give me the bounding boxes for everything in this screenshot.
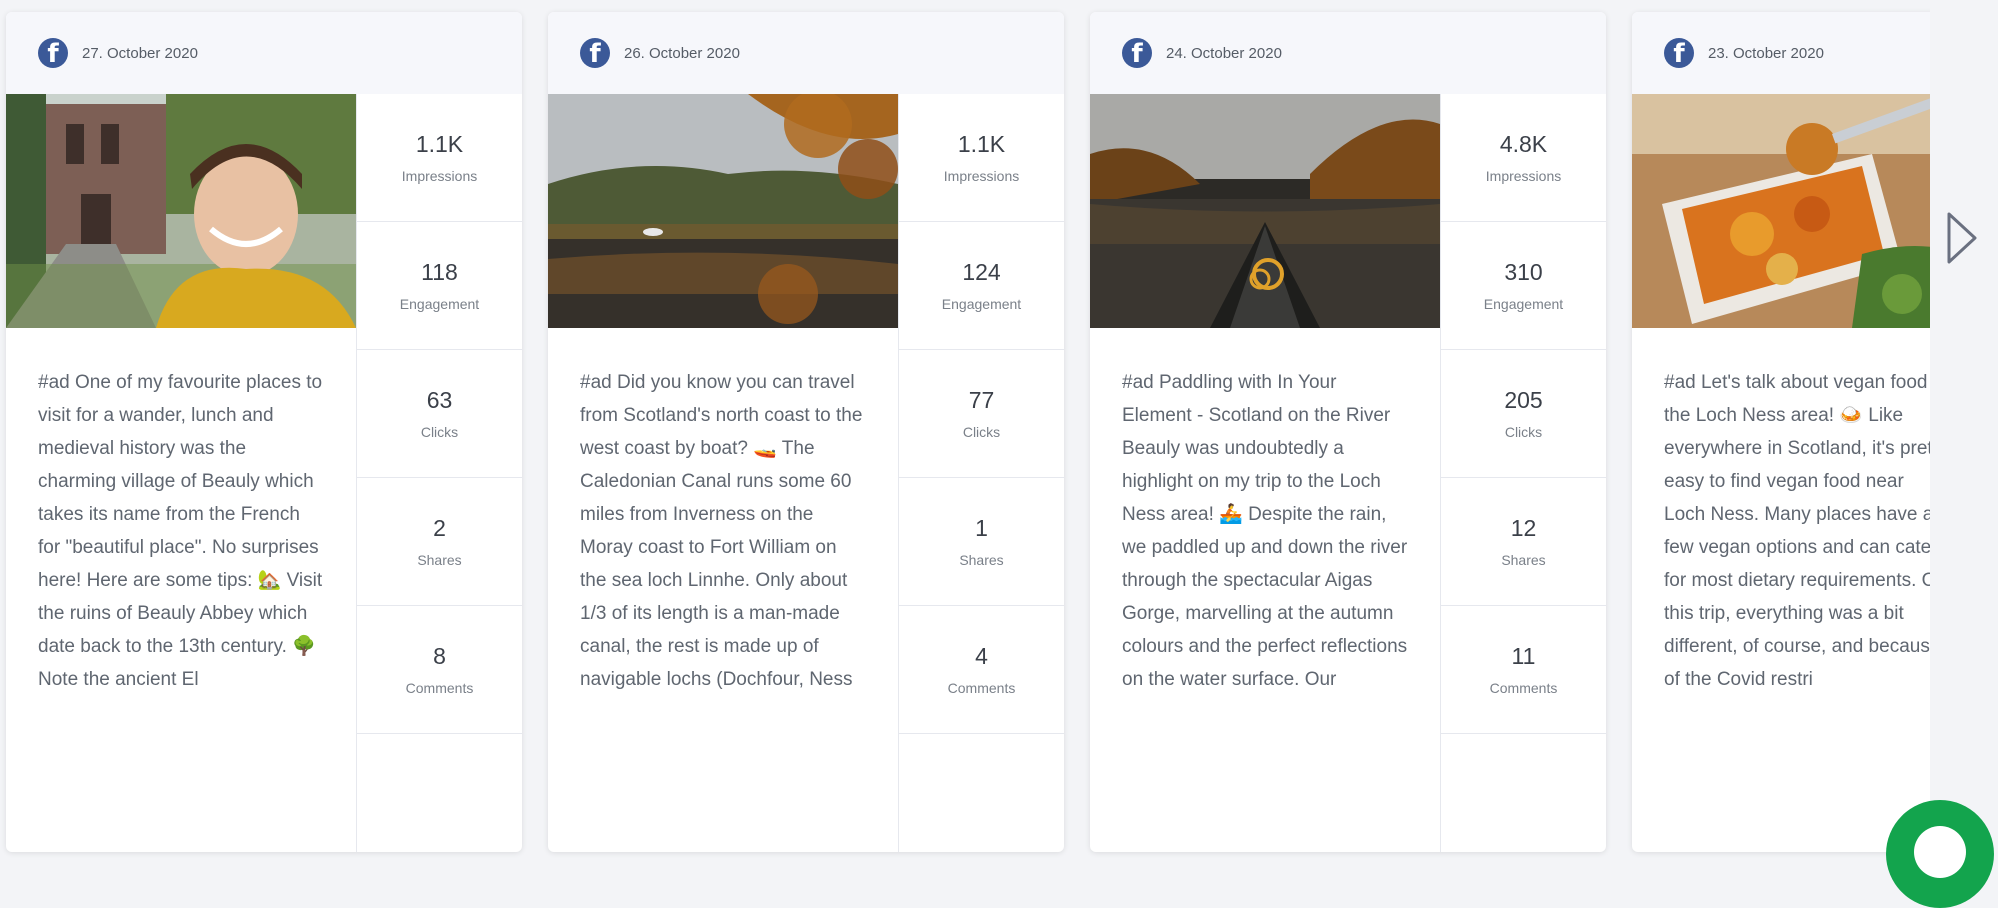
- card-header: f 27. October 2020: [6, 12, 522, 94]
- post-card[interactable]: f 26. October 2020 #ad Did you know you …: [548, 12, 1064, 852]
- post-image[interactable]: [6, 94, 356, 328]
- stat-impressions: 1.1K Impressions: [357, 94, 522, 222]
- post-stats: 4.8K Impressions 310 Engagement 205 Clic…: [1441, 94, 1606, 852]
- stat-label: Clicks: [962, 424, 1001, 440]
- stat-clicks: 77 Clicks: [899, 350, 1064, 478]
- stat-label: Impressions: [943, 168, 1020, 184]
- post-date: 27. October 2020: [82, 44, 198, 62]
- post-text: #ad Let's talk about vegan food in the L…: [1664, 372, 1930, 690]
- stat-label: Shares: [417, 552, 462, 568]
- stat-label: Clicks: [420, 424, 459, 440]
- post-text: #ad Paddling with In Your Element - Scot…: [1122, 372, 1408, 690]
- stat-label: Engagement: [1483, 296, 1564, 312]
- stat-value: 12: [1510, 515, 1537, 541]
- stat-label: Impressions: [401, 168, 478, 184]
- stat-value: 2: [433, 515, 446, 541]
- stat-value: 11: [1511, 643, 1536, 669]
- stat-label: Engagement: [399, 296, 480, 312]
- stat-label: Comments: [405, 680, 474, 696]
- card-header: f 23. October 2020: [1632, 12, 1930, 94]
- card-header: f 26. October 2020: [548, 12, 1064, 94]
- stat-impressions: 1.1K Impressions: [899, 94, 1064, 222]
- stat-label: Shares: [1501, 552, 1546, 568]
- stat-comments: 8 Comments: [357, 606, 522, 734]
- stat-label: Engagement: [941, 296, 1022, 312]
- stat-value: 205: [1504, 387, 1543, 413]
- post-image[interactable]: [1090, 94, 1440, 328]
- stat-label: Comments: [947, 680, 1016, 696]
- stat-value: 1: [975, 515, 988, 541]
- stat-value: 4.8K: [1499, 131, 1548, 157]
- stat-shares: 1 Shares: [899, 478, 1064, 606]
- post-text: #ad One of my favourite places to visit …: [38, 372, 323, 690]
- stat-label: Impressions: [1485, 168, 1562, 184]
- facebook-icon: f: [38, 38, 68, 68]
- stat-value: 124: [962, 259, 1001, 285]
- stat-label: Comments: [1489, 680, 1558, 696]
- post-card[interactable]: f 24. October 2020 #ad Paddling with In …: [1090, 12, 1606, 852]
- stat-value: 4: [975, 643, 988, 669]
- chevron-right-icon[interactable]: [1945, 210, 1979, 266]
- stat-shares: 12 Shares: [1441, 478, 1606, 606]
- chat-icon[interactable]: [1886, 800, 1994, 908]
- stat-label: Shares: [959, 552, 1004, 568]
- post-stats: 1.1K Impressions 124 Engagement 77 Click…: [899, 94, 1064, 852]
- facebook-icon: f: [1122, 38, 1152, 68]
- stat-clicks: 205 Clicks: [1441, 350, 1606, 478]
- stat-value: 8: [433, 643, 446, 669]
- stat-value: 310: [1504, 259, 1543, 285]
- stat-impressions: 4.8K Impressions: [1441, 94, 1606, 222]
- stat-comments: 4 Comments: [899, 606, 1064, 734]
- post-text: #ad Did you know you can travel from Sco…: [580, 372, 863, 690]
- stat-shares: 2 Shares: [357, 478, 522, 606]
- post-card[interactable]: f 23. October 2020 #ad Let's talk about …: [1632, 12, 1930, 852]
- post-image[interactable]: [1632, 94, 1930, 328]
- post-carousel: f 27. October 2020 #ad One of my favouri…: [0, 0, 1930, 858]
- stat-engagement: 310 Engagement: [1441, 222, 1606, 350]
- stat-value: 1.1K: [415, 131, 464, 157]
- stat-value: 77: [968, 387, 995, 413]
- stat-value: 63: [426, 387, 453, 413]
- facebook-icon: f: [580, 38, 610, 68]
- stat-comments: 11 Comments: [1441, 606, 1606, 734]
- facebook-icon: f: [1664, 38, 1694, 68]
- stat-value: 1.1K: [957, 131, 1006, 157]
- stat-value: 118: [421, 259, 458, 285]
- stat-engagement: 124 Engagement: [899, 222, 1064, 350]
- post-date: 26. October 2020: [624, 44, 740, 62]
- post-card[interactable]: f 27. October 2020 #ad One of my favouri…: [6, 12, 522, 852]
- post-stats: 1.1K Impressions 118 Engagement 63 Click…: [357, 94, 522, 852]
- card-header: f 24. October 2020: [1090, 12, 1606, 94]
- post-date: 23. October 2020: [1708, 44, 1824, 62]
- post-image[interactable]: [548, 94, 898, 328]
- stat-engagement: 118 Engagement: [357, 222, 522, 350]
- stat-label: Clicks: [1504, 424, 1543, 440]
- post-date: 24. October 2020: [1166, 44, 1282, 62]
- stat-clicks: 63 Clicks: [357, 350, 522, 478]
